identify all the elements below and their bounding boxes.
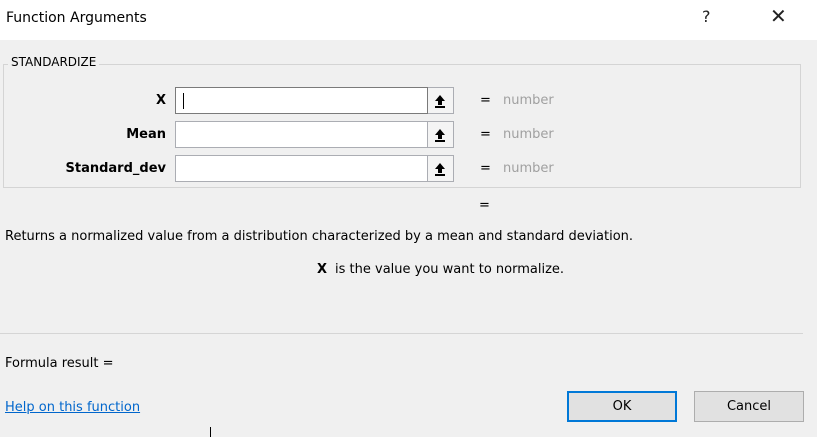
collapse-arrow-icon	[435, 163, 445, 176]
argument-equals-mean: =	[480, 127, 491, 142]
divider	[0, 333, 803, 334]
argument-row-standard-dev: Standard_dev = number	[0, 154, 817, 182]
argument-equals-x: =	[480, 93, 491, 108]
argument-result-mean: number	[503, 127, 554, 142]
argument-help: Xis the value you want to normalize.	[317, 262, 564, 277]
argument-input-mean[interactable]	[175, 121, 428, 148]
text-caret	[183, 93, 184, 109]
argument-help-text: is the value you want to normalize.	[335, 262, 565, 277]
argument-result-x: number	[503, 93, 554, 108]
cancel-button[interactable]: Cancel	[694, 391, 804, 422]
argument-help-name: X	[317, 262, 328, 277]
dialog-title: Function Arguments	[6, 10, 147, 26]
ok-button[interactable]: OK	[567, 391, 677, 422]
argument-input-x[interactable]	[175, 87, 428, 114]
function-result-equals: =	[479, 198, 490, 213]
formula-result-label: Formula result =	[5, 356, 114, 371]
function-description: Returns a normalized value from a distri…	[5, 229, 634, 244]
argument-input-standard-dev[interactable]	[175, 155, 428, 182]
help-icon[interactable]: ?	[702, 7, 711, 26]
help-on-function-link[interactable]: Help on this function	[5, 400, 140, 415]
title-bar: Function Arguments ? ✕	[0, 0, 817, 40]
argument-label-x: X	[155, 93, 166, 108]
argument-result-standard-dev: number	[503, 161, 554, 176]
collapse-arrow-icon	[435, 95, 445, 108]
argument-equals-standard-dev: =	[480, 161, 491, 176]
text-cursor-mark	[210, 427, 211, 437]
argument-row-x: X = number	[0, 86, 817, 114]
argument-row-mean: Mean = number	[0, 120, 817, 148]
collapse-arrow-icon	[435, 129, 445, 142]
argument-label-standard-dev: Standard_dev	[65, 161, 167, 176]
argument-label-mean: Mean	[126, 127, 166, 142]
collapse-dialog-button-standard-dev[interactable]	[428, 155, 454, 182]
close-icon[interactable]: ✕	[770, 4, 787, 28]
function-name-label: STANDARDIZE	[8, 55, 100, 69]
collapse-dialog-button-mean[interactable]	[428, 121, 454, 148]
collapse-dialog-button-x[interactable]	[428, 87, 454, 114]
